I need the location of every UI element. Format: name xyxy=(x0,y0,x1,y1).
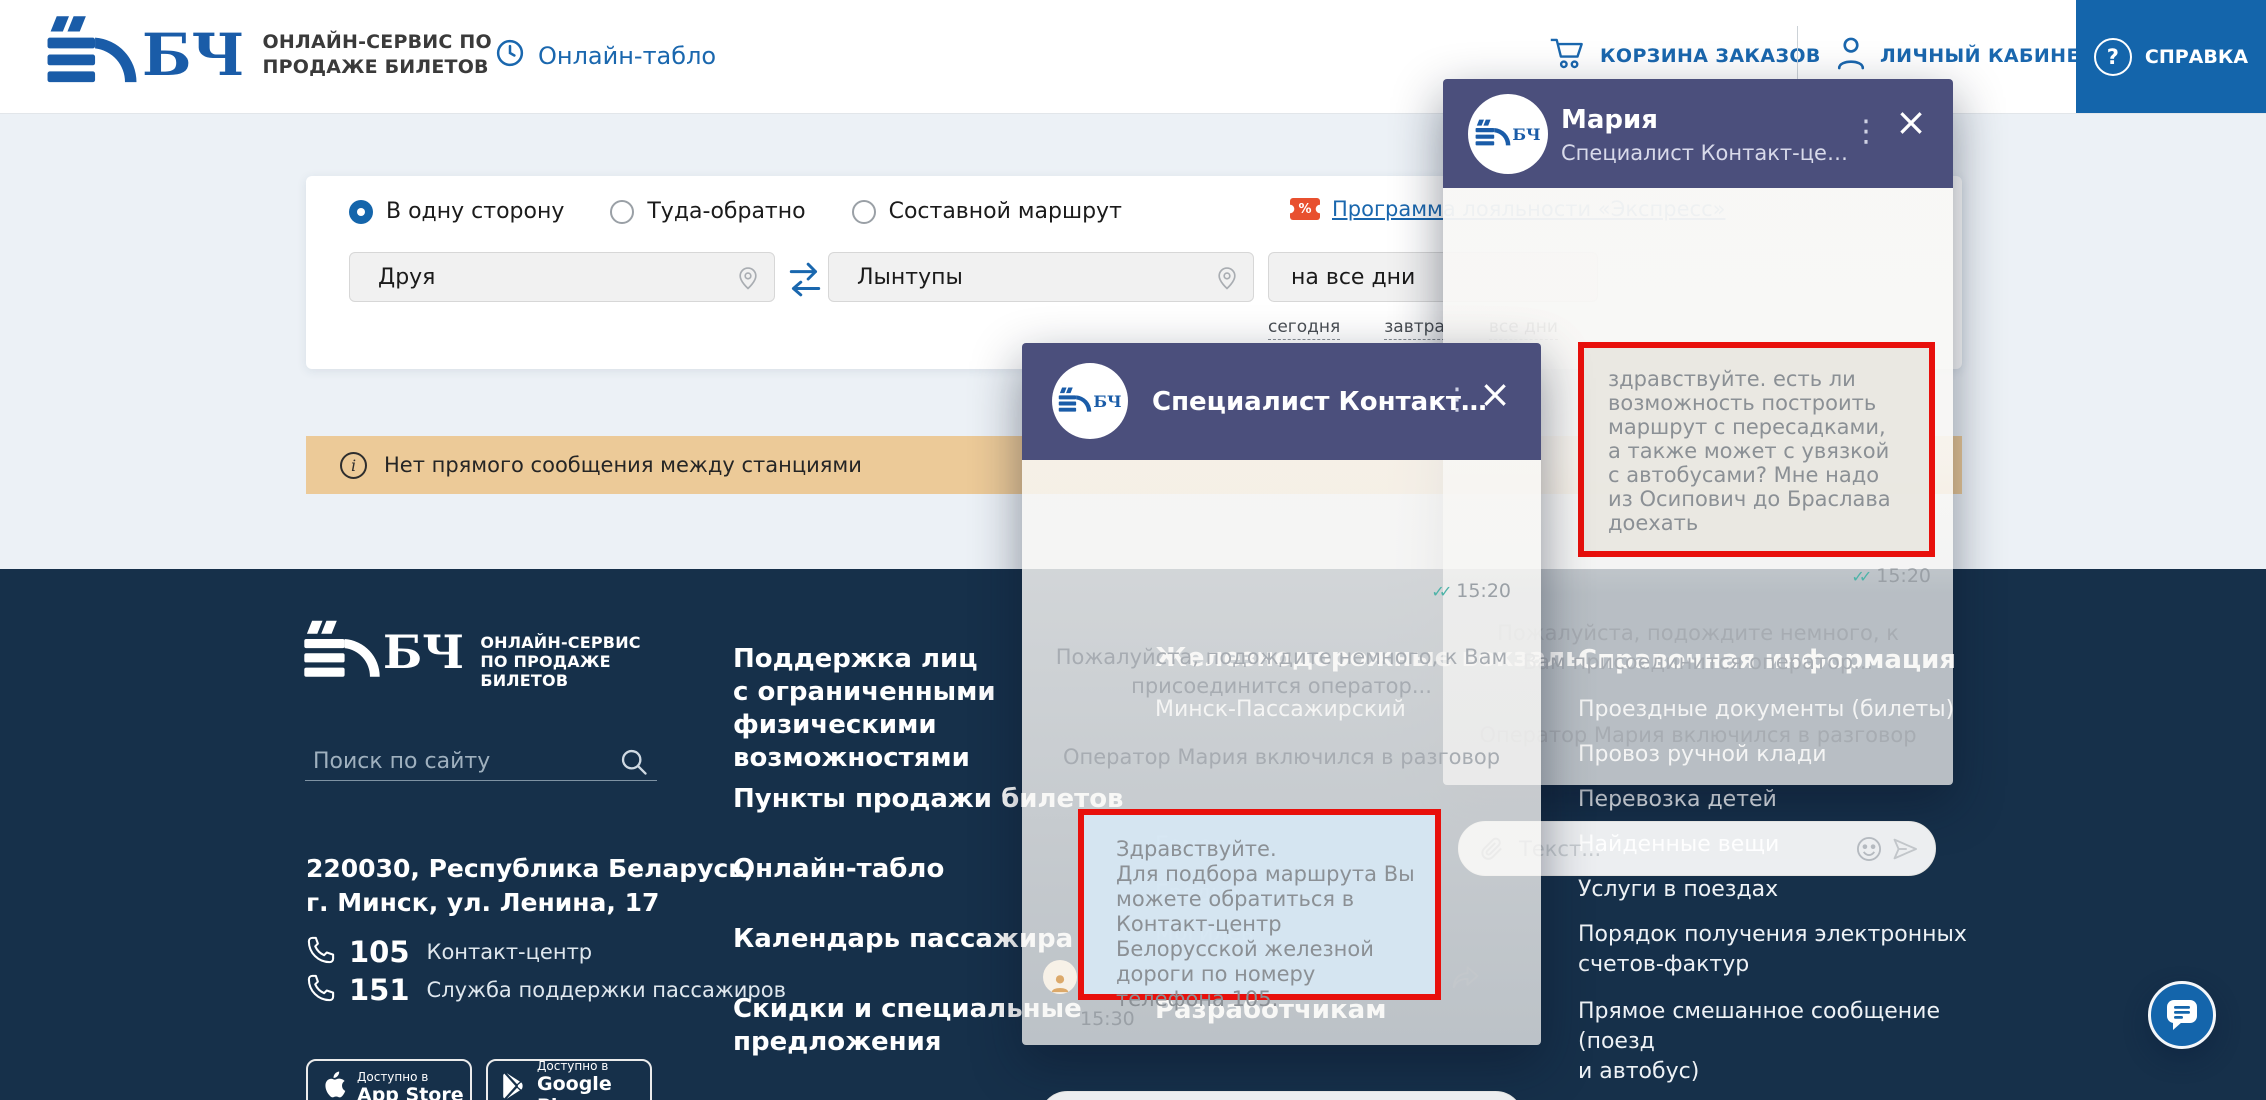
search-placeholder: Поиск по сайту xyxy=(313,749,490,774)
nav-online-board[interactable]: Онлайн-табло xyxy=(495,38,716,74)
radio-round-trip-circle[interactable] xyxy=(610,200,634,224)
header-divider xyxy=(1797,26,1798,86)
googleplay-badge[interactable]: Доступно в Google Play xyxy=(486,1059,652,1100)
site-search-input[interactable]: Поиск по сайту xyxy=(305,745,657,781)
phone-contact-center[interactable]: 105 Контакт-центр xyxy=(306,935,592,969)
brand-caption: ОНЛАЙН-СЕРВИС ПО ПРОДАЖЕ БИЛЕТОВ xyxy=(263,30,492,80)
chat-menu-icon[interactable]: ⋮ xyxy=(1442,385,1472,415)
footer-link-children[interactable]: Перевозка детей xyxy=(1578,785,1777,815)
chat-menu-icon[interactable]: ⋮ xyxy=(1851,117,1881,147)
chat-operator-role: Специалист Контакт-це… xyxy=(1561,141,1848,165)
chat-body: ✓✓ 15:20 Пожалуйста, подождите немного, … xyxy=(1022,460,1541,1045)
message-time: ✓✓ 15:20 xyxy=(1431,580,1511,602)
info-icon: i xyxy=(340,452,367,479)
chat-message-input[interactable]: Текст... xyxy=(1039,1091,1524,1100)
brand-logo[interactable]: БЧ ОНЛАЙН-СЕРВИС ПО ПРОДАЖЕ БИЛЕТОВ xyxy=(46,14,492,96)
question-icon: ? xyxy=(2094,38,2132,76)
location-pin-icon xyxy=(1215,266,1239,296)
trip-type-radios: В одну сторону Туда-обратно Составной ма… xyxy=(349,199,1168,224)
footer-link-online-board[interactable]: Онлайн-табло xyxy=(733,853,944,886)
radio-composite-route-circle[interactable] xyxy=(852,200,876,224)
operator-message-bubble: Здравствуйте. Для подбора маршрута Вы мо… xyxy=(1084,815,1435,994)
nav-account[interactable]: ЛИЧНЫЙ КАБИНЕТ xyxy=(1835,36,2093,75)
quick-date-tomorrow[interactable]: завтра xyxy=(1384,317,1445,340)
system-wait-message: Пожалуйста, подождите немного, к Вам при… xyxy=(1052,643,1511,701)
operator-avatar xyxy=(1043,960,1077,994)
chat-header: БЧ Мария Специалист Контакт-це… ⋮ × xyxy=(1443,79,1953,188)
app-badges: Доступно в App Store Доступно в Google P… xyxy=(306,1059,652,1100)
swap-stations-button[interactable] xyxy=(788,260,822,302)
googleplay-icon xyxy=(501,1072,527,1100)
chat-close-icon[interactable]: × xyxy=(1895,105,1927,139)
page: БЧ ОНЛАЙН-СЕРВИС ПО ПРОДАЖЕ БИЛЕТОВ Онла… xyxy=(0,0,2266,1100)
bch-logo-icon xyxy=(303,619,381,689)
search-icon xyxy=(619,747,649,781)
brand-abbr: БЧ xyxy=(142,15,245,95)
double-check-icon: ✓✓ xyxy=(1851,567,1866,586)
chat-header: БЧ Специалист Контакт… ⋮ × xyxy=(1022,343,1541,460)
operator-message-time: 15:30 xyxy=(1080,1008,1135,1030)
badge-text: Доступно в Google Play xyxy=(537,1059,650,1100)
radio-composite-route[interactable]: Составной маршрут xyxy=(852,199,1122,224)
highlighted-user-message: здравствуйте. есть ли возможность постро… xyxy=(1578,342,1935,557)
footer-address: 220030, Республика Беларусь, г. Минск, у… xyxy=(306,852,754,920)
send-icon[interactable] xyxy=(1891,835,1919,863)
chat-widget-specialist: БЧ Специалист Контакт… ⋮ × ✓✓ 15:20 Пожа… xyxy=(1022,343,1541,1045)
chat-launcher-button[interactable] xyxy=(2148,981,2216,1049)
chat-close-icon[interactable]: × xyxy=(1479,377,1511,411)
footer-logo-caption: ОНЛАЙН-СЕРВИС ПО ПРОДАЖЕ БИЛЕТОВ xyxy=(480,619,640,690)
appstore-badge[interactable]: Доступно в App Store xyxy=(306,1059,472,1100)
station-from-input[interactable]: Друя xyxy=(349,252,775,302)
highlighted-operator-message: Здравствуйте. Для подбора маршрута Вы мо… xyxy=(1078,809,1441,1000)
person-icon xyxy=(1835,36,1867,75)
ticket-percent-icon: % xyxy=(1290,198,1320,220)
footer-link-invoices[interactable]: Порядок получения электронных счетов-фак… xyxy=(1578,920,1978,980)
radio-one-way-circle[interactable] xyxy=(349,200,373,224)
alert-text: Нет прямого сообщения между станциями xyxy=(384,453,862,477)
footer-link-train-services[interactable]: Услуги в поездах xyxy=(1578,875,1778,905)
clock-icon xyxy=(495,38,525,74)
phone-icon xyxy=(306,935,336,969)
quick-date-today[interactable]: сегодня xyxy=(1268,317,1340,340)
emoji-icon[interactable] xyxy=(1855,835,1883,863)
radio-round-trip[interactable]: Туда-обратно xyxy=(610,199,805,224)
badge-text: Доступно в App Store xyxy=(357,1070,464,1100)
chat-avatar-logo: БЧ xyxy=(1468,94,1548,174)
station-to-input[interactable]: Лынтупы xyxy=(828,252,1254,302)
chat-operator-name: Мария xyxy=(1561,105,1658,135)
radio-one-way[interactable]: В одну сторону xyxy=(349,199,564,224)
user-message-bubble: здравствуйте. есть ли возможность постро… xyxy=(1584,348,1929,551)
forward-icon[interactable] xyxy=(1450,962,1480,994)
location-pin-icon xyxy=(736,266,760,296)
chat-operator-name: Специалист Контакт… xyxy=(1152,387,1487,417)
message-time: ✓✓ 15:20 xyxy=(1851,565,1931,587)
apple-icon xyxy=(321,1071,347,1100)
cart-icon xyxy=(1549,36,1587,75)
footer-logo: БЧ ОНЛАЙН-СЕРВИС ПО ПРОДАЖЕ БИЛЕТОВ xyxy=(303,619,641,690)
chat-avatar-logo: БЧ xyxy=(1052,363,1128,439)
nav-cart[interactable]: КОРЗИНА ЗАКАЗОВ xyxy=(1549,36,1821,75)
phone-icon xyxy=(306,973,336,1007)
double-check-icon: ✓✓ xyxy=(1431,582,1446,601)
footer-link-mixed-transport[interactable]: Прямое смешанное сообщение (поезд и авто… xyxy=(1578,997,1978,1087)
bch-logo-icon xyxy=(46,14,138,96)
brand-abbr: БЧ xyxy=(383,619,464,685)
system-joined-message: Оператор Мария включился в разговор xyxy=(1052,743,1511,772)
phone-support[interactable]: 151 Служба поддержки пассажиров xyxy=(306,973,786,1007)
nav-help[interactable]: ? СПРАВКА xyxy=(2076,0,2266,113)
